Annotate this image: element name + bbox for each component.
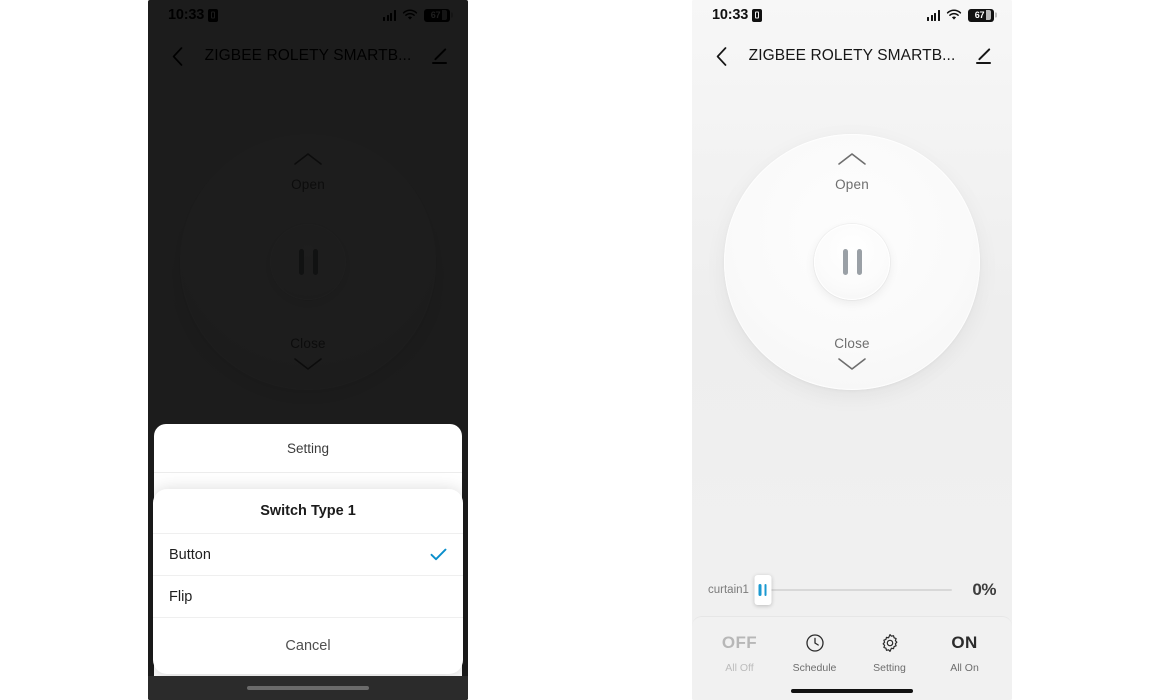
open-control[interactable]: Open — [835, 152, 869, 192]
home-indicator-area-dark — [148, 676, 468, 700]
check-icon — [430, 548, 447, 561]
signal-bars-icon — [382, 9, 396, 21]
open-label: Open — [835, 177, 869, 192]
pencil-edit-icon[interactable] — [426, 43, 452, 69]
action-sheet-option-flip[interactable]: Flip — [153, 576, 463, 618]
close-control[interactable]: Close — [834, 336, 870, 376]
battery-icon: 67 — [424, 8, 450, 22]
nav-item-schedule[interactable]: Schedule — [787, 632, 843, 674]
bottom-nav: OFF All Off Schedule Setting ON All On — [692, 616, 1012, 682]
action-sheet-option-label: Flip — [169, 588, 193, 605]
chevron-down-icon — [837, 357, 867, 376]
wifi-icon — [402, 9, 418, 21]
close-control[interactable]: Close — [290, 336, 326, 376]
nav-label-setting: Setting — [873, 661, 906, 674]
chevron-up-icon — [837, 152, 867, 171]
status-bar-right: 67 — [382, 8, 450, 22]
settings-sheet-title: Setting — [154, 424, 462, 473]
pencil-edit-icon[interactable] — [970, 43, 996, 69]
action-sheet-option-label: Button — [169, 546, 211, 563]
signal-bars-icon — [926, 9, 940, 21]
lock-icon — [752, 8, 763, 22]
pause-icon-bar-right — [312, 249, 318, 275]
slider-track — [758, 588, 952, 592]
pause-button[interactable] — [814, 224, 890, 300]
pause-icon-bar-left — [298, 249, 304, 275]
pause-icon-bar-right — [764, 584, 767, 596]
chevron-left-icon[interactable] — [708, 43, 734, 69]
clock-icon — [805, 632, 825, 654]
home-indicator — [247, 685, 369, 691]
nav-item-all-on[interactable]: ON All On — [937, 632, 993, 674]
curtain-slider-row: curtain1 0% — [692, 564, 1012, 616]
nav-label-schedule: Schedule — [792, 661, 837, 674]
battery-level-label: 67 — [430, 9, 441, 20]
open-control[interactable]: Open — [291, 152, 325, 192]
status-bar-left: 10:33 — [712, 7, 763, 23]
slider-value-label: 0% — [972, 580, 996, 599]
status-bar-time: 10:33 — [168, 7, 205, 23]
gear-icon — [880, 632, 900, 654]
pause-icon-bar-right — [856, 249, 862, 275]
curtain-position-slider[interactable] — [754, 575, 952, 605]
phone-screen-right: 10:33 67 ZIGBEE ROLETY SMARTB... Open Cl… — [692, 0, 1012, 700]
switch-type-action-sheet: Switch Type 1 Button Flip Cancel — [153, 489, 463, 674]
close-label: Close — [834, 336, 870, 351]
status-bar: 10:33 67 — [148, 0, 468, 30]
nav-item-all-off[interactable]: OFF All Off — [712, 632, 768, 674]
pause-icon-bar-left — [842, 249, 848, 275]
app-bar: ZIGBEE ROLETY SMARTB... — [692, 30, 1012, 82]
chevron-down-icon — [293, 357, 323, 376]
power-off-text-icon: OFF — [721, 632, 758, 652]
slider-thumb[interactable] — [754, 575, 772, 605]
status-bar-time: 10:33 — [712, 7, 749, 23]
pause-button[interactable] — [270, 224, 346, 300]
curtain-dial: Open Close — [724, 134, 980, 390]
home-indicator — [791, 688, 913, 694]
battery-level-label: 67 — [974, 9, 985, 20]
open-label: Open — [291, 177, 325, 192]
status-bar-right: 67 — [926, 8, 994, 22]
close-label: Close — [290, 336, 326, 351]
action-sheet-option-button[interactable]: Button — [153, 534, 463, 576]
curtain-control-area: Open Close — [692, 82, 1012, 564]
action-sheet-title: Switch Type 1 — [153, 489, 463, 534]
page-title: ZIGBEE ROLETY SMARTB... — [748, 47, 956, 64]
wifi-icon — [946, 9, 962, 21]
curtain-dial: Open Close — [180, 134, 436, 390]
power-on-text-icon: ON — [951, 632, 978, 652]
nav-label-all-off: All Off — [725, 661, 754, 674]
status-bar: 10:33 67 — [692, 0, 1012, 30]
lock-icon — [208, 8, 219, 22]
page-title: ZIGBEE ROLETY SMARTB... — [204, 47, 412, 64]
chevron-left-icon[interactable] — [164, 43, 190, 69]
battery-icon: 67 — [968, 8, 994, 22]
home-indicator-area — [692, 682, 1012, 700]
status-bar-left: 10:33 — [168, 7, 219, 23]
chevron-up-icon — [293, 152, 323, 171]
cancel-button[interactable]: Cancel — [153, 618, 463, 674]
app-bar: ZIGBEE ROLETY SMARTB... — [148, 30, 468, 82]
nav-label-all-on: All On — [950, 661, 979, 674]
nav-item-setting[interactable]: Setting — [862, 632, 918, 674]
pause-icon-bar-left — [758, 584, 762, 596]
phone-screen-left: 10:33 67 ZIGBEE ROLETY SMARTB... Open Cl… — [148, 0, 468, 700]
slider-name-label: curtain1 — [708, 584, 749, 596]
